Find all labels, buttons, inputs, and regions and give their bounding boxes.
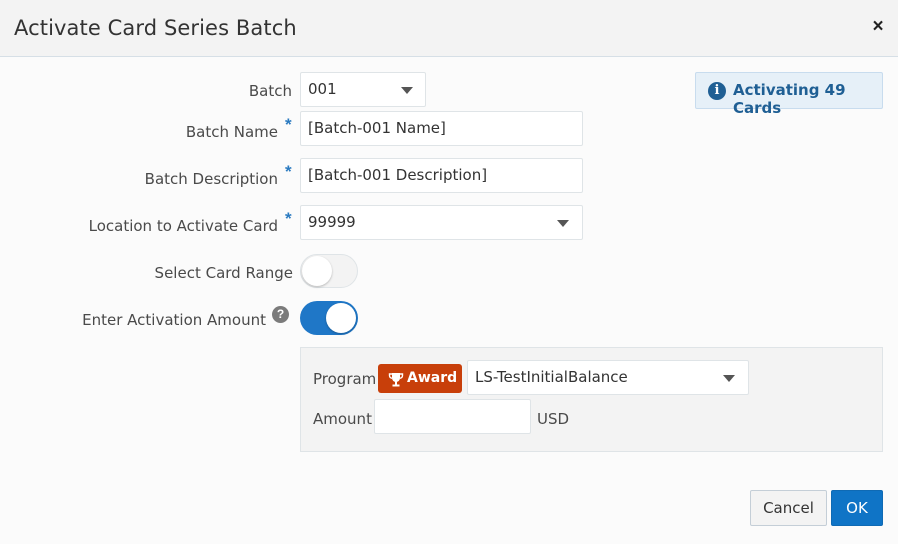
amount-input[interactable] <box>374 399 531 434</box>
required-indicator: * <box>285 162 292 181</box>
ok-button[interactable]: OK <box>831 490 883 526</box>
info-icon: i <box>708 82 726 100</box>
enter-activation-amount-toggle[interactable] <box>300 301 358 335</box>
batch-label: Batch <box>248 82 292 100</box>
required-indicator: * <box>285 209 292 228</box>
cancel-button[interactable]: Cancel <box>750 490 827 526</box>
award-badge-label: Award <box>407 370 458 386</box>
close-icon[interactable]: × <box>870 17 886 36</box>
batch-name-input[interactable]: [Batch-001 Name] <box>300 111 583 146</box>
amount-label: Amount <box>313 410 372 428</box>
batch-description-label: Batch Description <box>144 170 278 188</box>
batch-description-input[interactable]: [Batch-001 Description] <box>300 158 583 193</box>
program-select-value: LS-TestInitialBalance <box>475 368 628 386</box>
batch-select-value: 001 <box>308 80 337 98</box>
program-select[interactable]: LS-TestInitialBalance <box>467 360 749 395</box>
required-indicator: * <box>285 115 292 134</box>
location-select-value: 99999 <box>308 213 356 231</box>
enter-activation-amount-label: Enter Activation Amount <box>82 311 266 329</box>
trophy-icon <box>388 370 404 399</box>
location-select[interactable]: 99999 <box>300 205 583 240</box>
activation-info-banner: i Activating 49 Cards <box>695 72 883 117</box>
batch-name-label: Batch Name <box>185 123 278 141</box>
select-card-range-toggle[interactable] <box>300 254 358 288</box>
dialog-title: Activate Card Series Batch <box>14 16 297 40</box>
help-icon[interactable]: ? <box>272 306 289 323</box>
location-label: Location to Activate Card <box>88 217 278 235</box>
chevron-down-icon <box>557 220 569 227</box>
dialog-header: Activate Card Series Batch × <box>0 0 898 57</box>
chevron-down-icon <box>401 87 413 94</box>
batch-description-value: [Batch-001 Description] <box>308 166 488 184</box>
batch-name-value: [Batch-001 Name] <box>308 119 446 137</box>
toggle-knob <box>302 256 332 286</box>
toggle-knob <box>326 303 356 333</box>
award-badge: Award <box>378 364 462 393</box>
select-card-range-label: Select Card Range <box>154 264 293 282</box>
program-label: Program <box>313 370 377 388</box>
activation-count-text: Activating 49 Cards <box>733 81 846 117</box>
chevron-down-icon <box>723 375 735 382</box>
batch-select[interactable]: 001 <box>300 72 426 107</box>
currency-label: USD <box>537 410 570 428</box>
